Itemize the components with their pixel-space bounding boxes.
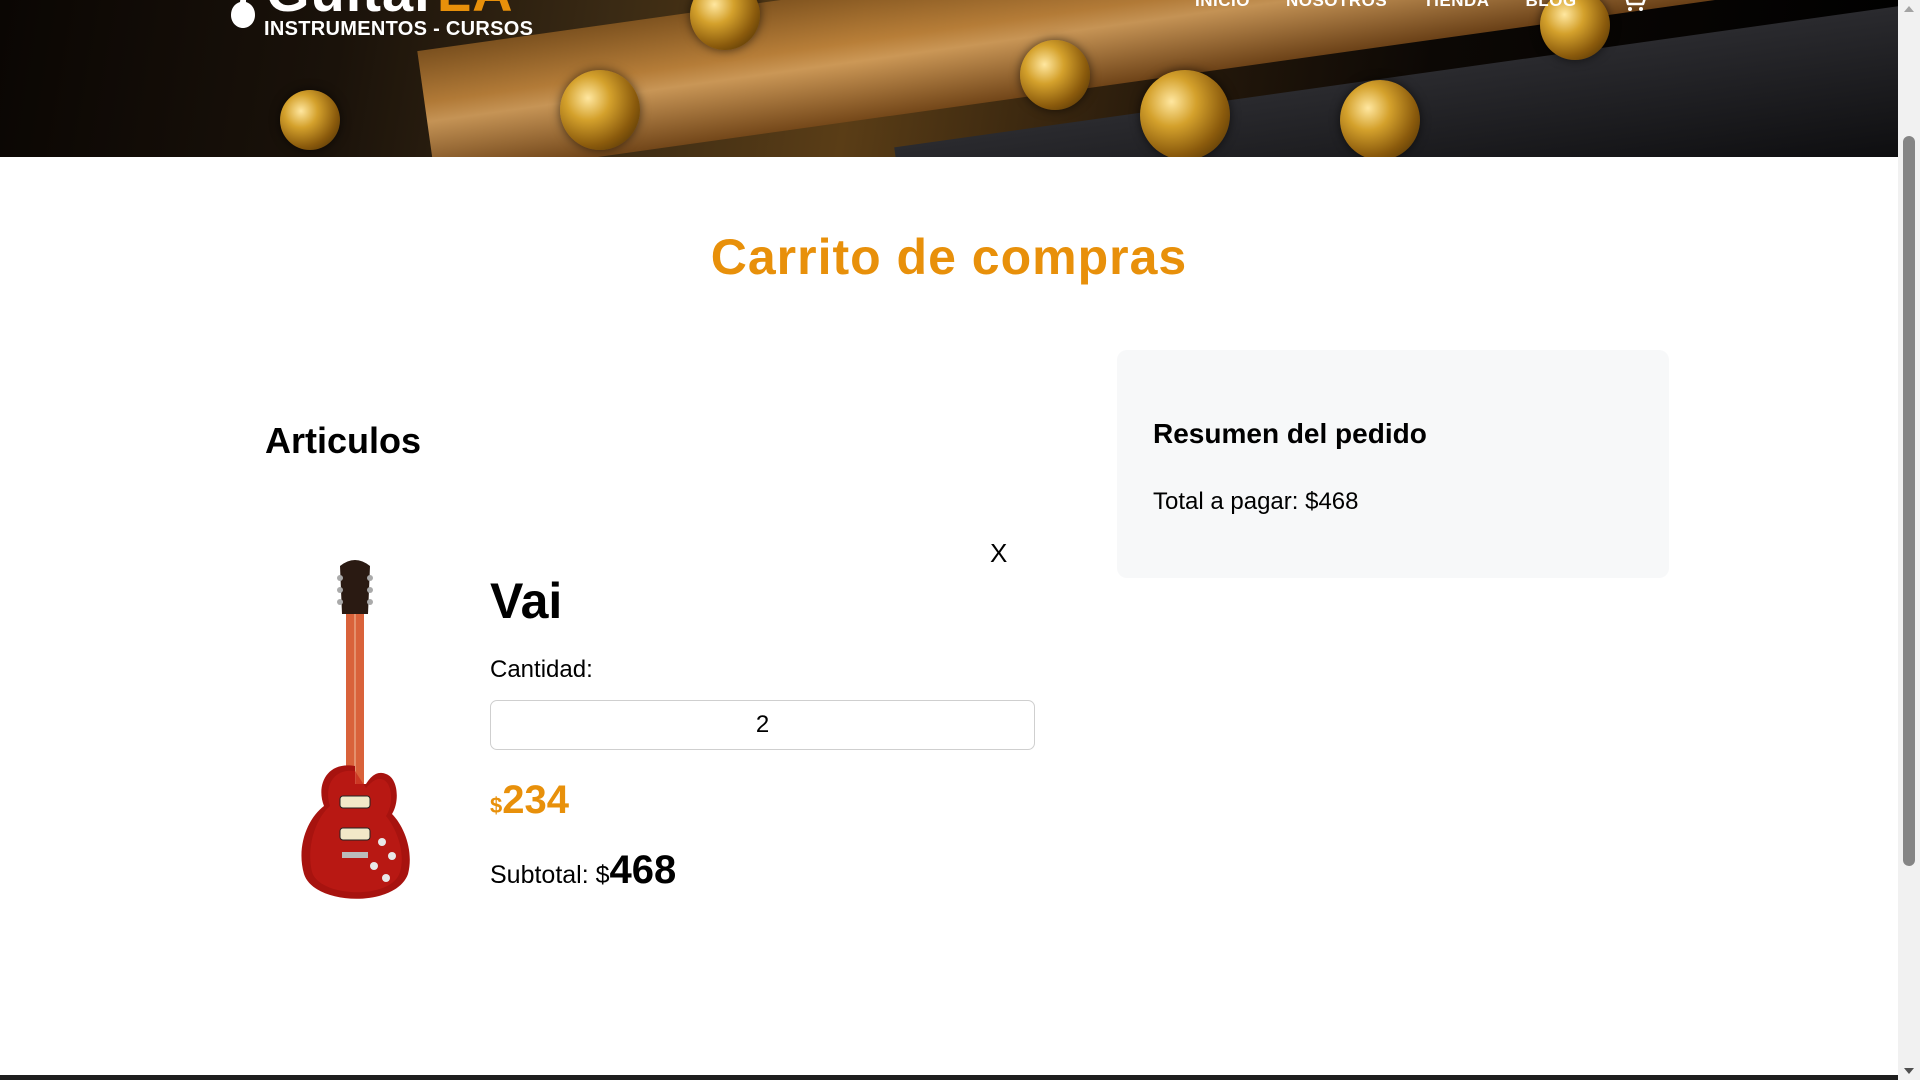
product-price: $234 [490, 778, 569, 823]
vertical-scrollbar[interactable] [1898, 0, 1920, 1080]
order-summary-panel: Resumen del pedido Total a pagar: $468 [1117, 350, 1669, 578]
electric-guitar-image [301, 560, 410, 899]
nav-inicio[interactable]: INICIO [1195, 0, 1250, 11]
logo-brand: GuitarLA [266, 0, 514, 20]
logo-tagline: INSTRUMENTOS - CURSOS [264, 18, 534, 40]
items-heading: Articulos [265, 420, 422, 461]
nav-tienda[interactable]: TIENDA [1423, 0, 1489, 11]
quantity-label: Cantidad: [490, 656, 593, 683]
summary-total: Total a pagar: $468 [1153, 488, 1359, 515]
footer-edge [0, 1075, 1898, 1080]
scroll-thumb[interactable] [1903, 136, 1915, 866]
header-banner: GuitarLA INSTRUMENTOS - CURSOS INICIO NO… [0, 0, 1898, 157]
nav-blog[interactable]: BLOG [1526, 0, 1577, 11]
page-title: Carrito de compras [710, 229, 1188, 285]
summary-title: Resumen del pedido [1153, 418, 1427, 449]
remove-item-button[interactable]: X [990, 538, 1007, 569]
price-value: 234 [502, 778, 569, 822]
product-name: Vai [490, 573, 563, 629]
scroll-down-icon[interactable] [1904, 1068, 1914, 1074]
subtotal-label: Subtotal: $ [490, 861, 610, 889]
product-subtotal: Subtotal: $468 [490, 848, 676, 893]
quantity-input[interactable] [490, 700, 1035, 750]
subtotal-value: 468 [609, 848, 677, 892]
page: GuitarLA INSTRUMENTOS - CURSOS INICIO NO… [0, 0, 1920, 1080]
shopping-cart-icon[interactable] [1619, 0, 1649, 12]
guitar-logo-icon [231, 0, 255, 28]
price-currency: $ [490, 793, 503, 818]
scroll-up-icon[interactable] [1904, 6, 1914, 12]
nav-nosotros[interactable]: NOSOTROS [1286, 0, 1387, 11]
main-nav: INICIO NOSOTROS TIENDA BLOG [1195, 0, 1649, 12]
